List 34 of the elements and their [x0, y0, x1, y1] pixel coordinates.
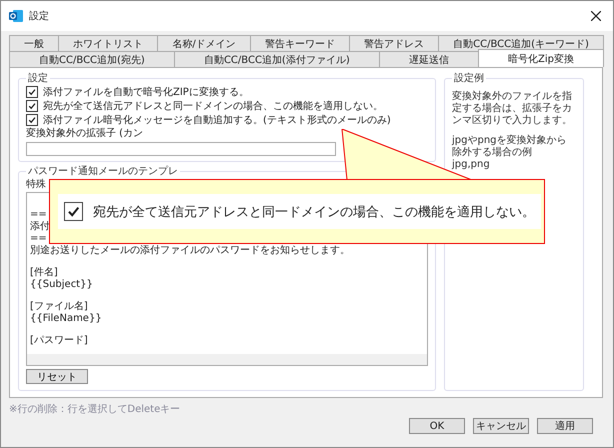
field-label: 変換対象外の拡張子 (カン	[26, 128, 144, 140]
hint-text: ※行の削除：行を選択してDeleteキー	[9, 402, 182, 416]
checkmark-icon	[67, 205, 80, 218]
checkbox[interactable]	[26, 100, 38, 112]
tab[interactable]: 自動CC/BCC追加(添付ファイル)	[174, 51, 380, 67]
close-icon[interactable]	[591, 11, 601, 21]
group-title: 設定例	[453, 72, 485, 85]
tab[interactable]: 名称/ドメイン	[157, 35, 251, 51]
extension-input-field[interactable]	[26, 142, 336, 156]
checkbox-label: 添付ファイル暗号化メッセージを自動追加する。(テキスト形式のメールのみ)	[43, 114, 391, 127]
tab[interactable]: 警告アドレス	[348, 35, 440, 51]
checkbox[interactable]	[26, 114, 38, 126]
field-label: 特殊	[26, 179, 47, 191]
group-title: 設定	[27, 72, 49, 85]
dialog-button[interactable]: キャンセル	[473, 418, 529, 434]
tab[interactable]: 一般	[9, 35, 60, 51]
checkbox-label: 宛先が全て送信元アドレスと同一ドメインの場合、この機能を適用しない。	[43, 100, 383, 113]
dialog-button[interactable]: OK	[409, 418, 465, 434]
checkbox-label: 添付ファイルを自動で暗号化ZIPに変換する。	[43, 86, 249, 99]
app-icon	[9, 9, 23, 23]
tab[interactable]: 暗号化Zip変換	[478, 49, 604, 67]
example-text: 変換対象外のファイルを指定する場合は、拡張子をカンマ区切りで入力します。	[452, 91, 573, 127]
window-title: 設定	[29, 10, 50, 23]
checkbox[interactable]	[26, 86, 38, 98]
group-title: パスワード通知メールのテンプレ	[27, 164, 179, 178]
example-text: jpgやpngを変換対象から除外する場合の例 jpg,png	[452, 135, 568, 171]
tab[interactable]: ホワイトリスト	[58, 35, 158, 51]
reset-button[interactable]: リセット	[26, 369, 88, 384]
tab[interactable]: 自動CC/BCC追加(宛先)	[9, 51, 175, 67]
dialog-button[interactable]: 適用	[537, 418, 593, 434]
tab[interactable]: 警告キーワード	[250, 35, 350, 51]
tab[interactable]: 遅延送信	[378, 51, 479, 67]
tab[interactable]: 自動CC/BCC追加(キーワード)	[438, 35, 604, 51]
checkbox[interactable]	[64, 202, 83, 221]
